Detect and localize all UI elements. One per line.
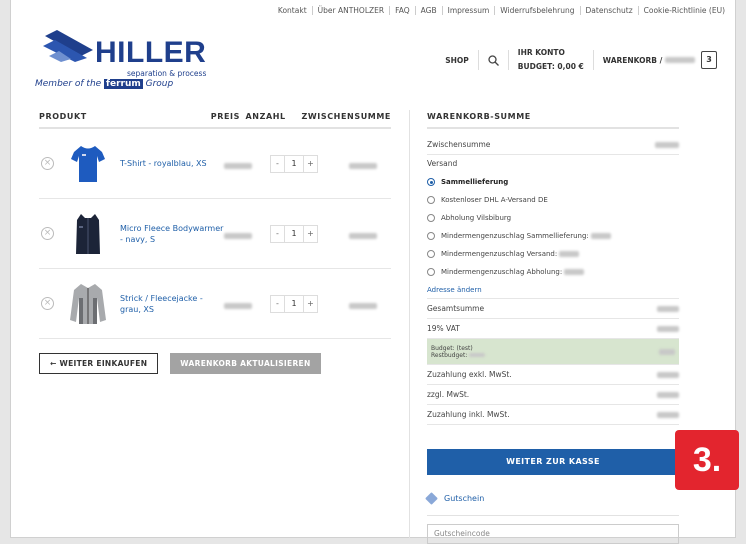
qty-value[interactable]: 1 [284,225,304,242]
search-icon[interactable] [488,54,499,66]
nav-link-cookie[interactable]: Cookie-Richtlinie (EU) [644,6,725,15]
product-link[interactable]: Strick / Fleecejacke - grau, XS [120,293,224,315]
remove-item-icon[interactable]: × [41,297,54,310]
cart-row: × T-Shirt - royalblau, XS -1 + [39,129,391,199]
tshirt-image[interactable] [68,139,108,189]
product-link[interactable]: Micro Fleece Bodywarmer - navy, S [120,223,224,245]
nav-link-widerruf[interactable]: Widerrufsbelehrung [500,6,574,15]
nav-link-ueber[interactable]: Über ANTHOLZER [318,6,384,15]
qty-minus[interactable]: - [271,296,284,312]
update-cart-button[interactable]: WARENKORB AKTUALISIEREN [170,353,321,374]
page-frame: Kontakt Über ANTHOLZER FAQ AGB Impressum… [10,0,739,544]
step-badge: 3. [675,430,739,490]
cart-row: × Micro Fleece Bodywarmer - navy, S -1 + [39,199,391,269]
qty-plus[interactable]: + [304,226,317,242]
cart-table-header: PRODUKT PREIS ANZAHL ZWISCHENSUMME [39,112,391,129]
column-divider [409,110,410,538]
cart-totals: WARENKORB-SUMME Zwischensumme Versand Sa… [425,112,679,544]
voucher-code-input[interactable]: Gutscheincode [427,524,679,544]
checkout-button[interactable]: WEITER ZUR KASSE [427,449,679,475]
item-subtotal [349,233,377,239]
qty-plus[interactable]: + [304,296,317,312]
cart-row: × Strick / Fleecejacke - grau, XS -1 + [39,269,391,339]
extra-gross-line: Zuzahlung inkl. MwSt. [427,405,679,425]
continue-shopping-button[interactable]: ← WEITER EINKAUFEN [39,353,159,374]
item-price [224,233,252,239]
shipping-option[interactable]: Mindermengenzuschlag Abholung: [427,263,679,281]
remove-item-icon[interactable]: × [41,157,54,170]
radio-icon[interactable] [427,196,435,204]
account-budget: BUDGET: 0,00 € [517,62,584,71]
total-line: Gesamtsumme [427,299,679,319]
item-price [224,163,252,169]
product-link[interactable]: T-Shirt - royalblau, XS [120,158,224,169]
subtotal-line: Zwischensumme [427,135,679,155]
cart-icon[interactable]: 3 [701,51,717,69]
shop-link[interactable]: SHOP [445,56,469,65]
radio-icon[interactable] [427,232,435,240]
col-qty: ANZAHL [245,112,286,121]
item-price [224,303,252,309]
radio-icon[interactable] [427,268,435,276]
logo-member-line: Member of the ferrum Group [35,79,174,89]
vat-line: 19% VAT [427,319,679,339]
remove-item-icon[interactable]: × [41,227,54,240]
top-navigation: Kontakt Über ANTHOLZER FAQ AGB Impressum… [11,0,735,20]
col-product: PRODUKT [39,112,87,121]
tag-icon [425,491,438,505]
logo-brand: HILLER [95,36,207,69]
nav-link-agb[interactable]: AGB [421,6,437,15]
account-title: IHR KONTO [517,48,565,57]
blurred-amount [665,56,695,63]
shipping-option[interactable]: Mindermengenzuschlag Sammellieferung: [427,227,679,245]
item-subtotal [349,163,377,169]
col-subtotal: ZWISCHENSUMME [301,112,391,121]
totals-heading: WARENKORB-SUMME [427,112,679,129]
change-address-link[interactable]: Adresse ändern [427,281,679,299]
shipping-label: Versand [427,159,458,168]
radio-icon[interactable] [427,250,435,258]
qty-value[interactable]: 1 [284,155,304,172]
nav-link-kontakt[interactable]: Kontakt [278,6,307,15]
qty-minus[interactable]: - [271,226,284,242]
logo-subtitle: separation & process [127,69,207,78]
shipping-option[interactable]: Sammellieferung [427,173,679,191]
voucher-heading: Gutschein [425,491,679,505]
qty-minus[interactable]: - [271,156,284,172]
bodywarmer-image[interactable] [68,209,108,259]
qty-value[interactable]: 1 [284,295,304,312]
nav-link-impressum[interactable]: Impressum [448,6,490,15]
quantity-stepper[interactable]: -1 + [270,224,318,243]
quantity-stepper[interactable]: -1 + [270,154,318,173]
shipping-option[interactable]: Mindermengenzuschlag Versand: [427,245,679,263]
extra-net-line: Zuzahlung exkl. MwSt. [427,365,679,385]
hiller-logo[interactable]: HILLER separation & process Member of th… [35,28,225,98]
header-actions: SHOP IHR KONTO BUDGET: 0,00 € WARENKORB … [445,46,717,74]
fleecejacket-image[interactable] [68,279,108,329]
divider [427,515,679,516]
qty-plus[interactable]: + [304,156,317,172]
logo-wedges-icon [43,30,93,62]
account-link[interactable]: IHR KONTO BUDGET: 0,00 € [518,46,584,74]
radio-icon[interactable] [427,214,435,222]
item-subtotal [349,303,377,309]
nav-link-datenschutz[interactable]: Datenschutz [586,6,633,15]
cart-link[interactable]: WARENKORB / [603,56,695,65]
radio-selected-icon[interactable] [427,178,435,186]
plus-vat-line: zzgl. MwSt. [427,385,679,405]
cart-table: PRODUKT PREIS ANZAHL ZWISCHENSUMME × T-S… [39,112,391,374]
shipping-option[interactable]: Kostenloser DHL A-Versand DE [427,191,679,209]
shipping-option[interactable]: Abholung Vilsbiburg [427,209,679,227]
cart-actions: ← WEITER EINKAUFEN WARENKORB AKTUALISIER… [39,353,391,374]
quantity-stepper[interactable]: -1 + [270,294,318,313]
budget-box: Budget: (test) Restbudget: [427,339,679,365]
col-price: PREIS [210,112,240,121]
nav-link-faq[interactable]: FAQ [395,6,410,15]
